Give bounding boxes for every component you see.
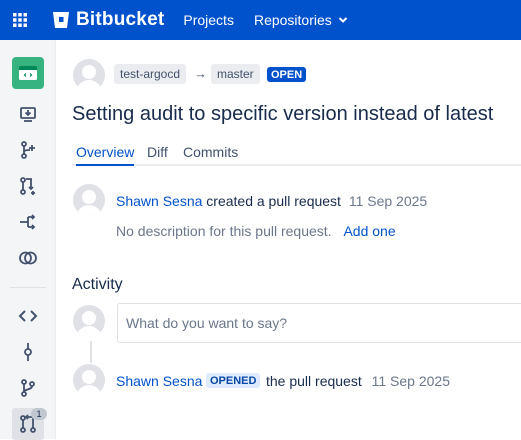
current-user-avatar [73,305,105,337]
bitbucket-logo[interactable]: Bitbucket [52,9,164,31]
comment-input[interactable] [117,303,521,343]
source-download-icon[interactable] [12,98,44,130]
nav-repositories[interactable]: Repositories [254,12,348,28]
tab-diff[interactable]: Diff [147,144,168,166]
activity-heading: Activity [72,276,123,294]
author-link[interactable]: Shawn Sesna [116,193,202,209]
add-description-link[interactable]: Add one [343,223,395,239]
sidebar-divider [10,287,46,288]
opened-event: the pull request 11 Sep 2025 [266,373,450,389]
bitbucket-bucket-icon [52,11,70,29]
author-avatar[interactable] [73,59,105,91]
commits-icon[interactable] [12,336,44,368]
chevron-down-icon [338,15,348,25]
top-navigation-bar: Bitbucket Projects Repositories [0,0,521,40]
branches-icon[interactable] [12,372,44,404]
created-date: 11 Sep 2025 [349,193,427,209]
description-row: No description for this pull request. Ad… [116,223,396,239]
create-branch-icon[interactable] [12,134,44,166]
source-code-icon[interactable] [12,300,44,332]
opened-badge: OPENED [206,373,260,388]
pull-requests-count-badge: 1 [31,408,47,420]
repository-sidebar: 1 [0,40,56,439]
nav-repositories-label: Repositories [254,12,332,28]
opened-date: 11 Sep 2025 [372,373,450,389]
product-name: Bitbucket [76,9,164,31]
event-author-avatar[interactable] [73,364,105,396]
pull-request-tabs: Overview Diff Commits [72,144,521,166]
create-pull-request-icon[interactable] [12,170,44,202]
created-text: created a pull request [206,193,341,209]
creator-avatar[interactable] [73,184,105,216]
tab-commits[interactable]: Commits [183,144,238,166]
branch-arrow-icon: → [194,64,207,84]
page-title: Setting audit to specific version instea… [72,103,493,126]
activity-thread-line [90,341,92,363]
repository-icon[interactable] [12,57,44,89]
nav-projects[interactable]: Projects [183,12,234,28]
compare-icon[interactable] [12,242,44,274]
event-author-link[interactable]: Shawn Sesna [116,373,202,389]
description-text: No description for this pull request. [116,223,332,239]
pull-request-page: test-argocd → master OPEN Setting audit … [56,40,521,439]
target-branch[interactable]: master [211,64,260,84]
created-event: Shawn Sesna created a pull request 11 Se… [116,193,427,209]
source-branch[interactable]: test-argocd [114,64,186,84]
fork-icon[interactable] [12,206,44,238]
app-switcher-icon[interactable] [0,0,40,40]
opened-text: the pull request [266,373,362,389]
tab-overview[interactable]: Overview [76,144,134,166]
status-badge: OPEN [267,67,306,82]
